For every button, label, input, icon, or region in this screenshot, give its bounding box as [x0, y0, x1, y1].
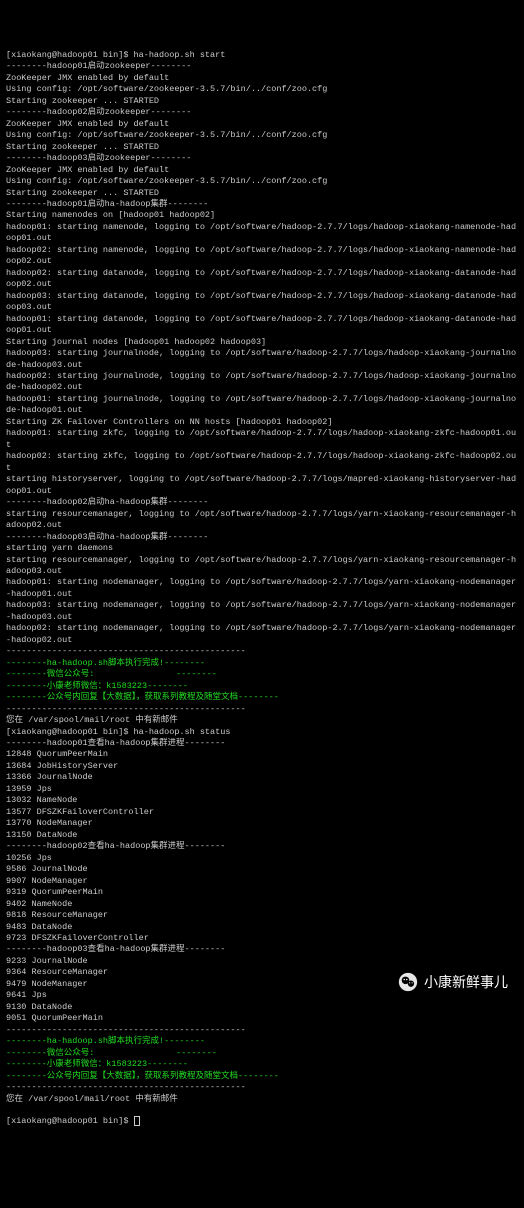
- terminal-line: Using config: /opt/software/zookeeper-3.…: [6, 130, 518, 141]
- terminal-line: [xiaokang@hadoop01 bin]$ ha-hadoop.sh st…: [6, 727, 518, 738]
- terminal-line: ----------------------------------------…: [6, 704, 518, 715]
- terminal-line: 9051 QuorumPeerMain: [6, 1013, 518, 1024]
- terminal-line: 9319 QuorumPeerMain: [6, 887, 518, 898]
- terminal-line: 13959 Jps: [6, 784, 518, 795]
- terminal-line: --------hadoop02启动ha-hadoop集群--------: [6, 497, 518, 508]
- shell-prompt: [xiaokang@hadoop01 bin]$: [6, 1116, 134, 1126]
- terminal-line: 9402 NameNode: [6, 899, 518, 910]
- terminal-line: ZooKeeper JMX enabled by default: [6, 119, 518, 130]
- prompt-line[interactable]: [xiaokang@hadoop01 bin]$: [6, 1116, 518, 1127]
- terminal-line: --------hadoop03启动zookeeper--------: [6, 153, 518, 164]
- terminal-line: hadoop01: starting zkfc, logging to /opt…: [6, 428, 518, 451]
- terminal-line: --------小康老师微信：k1583223--------: [6, 1059, 518, 1070]
- terminal-line: 您在 /var/spool/mail/root 中有新邮件: [6, 1094, 518, 1105]
- terminal-line: hadoop02: starting namenode, logging to …: [6, 245, 518, 268]
- terminal-line: Using config: /opt/software/zookeeper-3.…: [6, 176, 518, 187]
- terminal-line: --------ha-hadoop.sh脚本执行完成!--------: [6, 1036, 518, 1047]
- terminal-line: Starting zookeeper ... STARTED: [6, 188, 518, 199]
- terminal-line: starting resourcemanager, logging to /op…: [6, 555, 518, 578]
- terminal-line: --------hadoop02查看ha-hadoop集群进程--------: [6, 841, 518, 852]
- wechat-icon: [398, 972, 418, 992]
- terminal-line: ----------------------------------------…: [6, 1025, 518, 1036]
- terminal-line: 9586 JournalNode: [6, 864, 518, 875]
- terminal-line: 13032 NameNode: [6, 795, 518, 806]
- terminal-line: --------hadoop02启动zookeeper--------: [6, 107, 518, 118]
- terminal-line: Starting ZK Failover Controllers on NN h…: [6, 417, 518, 428]
- terminal-line: 13366 JournalNode: [6, 772, 518, 783]
- terminal-line: hadoop01: starting namenode, logging to …: [6, 222, 518, 245]
- terminal-line: --------ha-hadoop.sh脚本执行完成!--------: [6, 658, 518, 669]
- terminal-line: 12848 QuorumPeerMain: [6, 749, 518, 760]
- terminal-line: Using config: /opt/software/zookeeper-3.…: [6, 84, 518, 95]
- terminal-line: --------公众号内回复【大数据】，获取系列教程及随堂文档--------: [6, 692, 518, 703]
- cursor: [134, 1116, 140, 1126]
- terminal-line: hadoop03: starting journalnode, logging …: [6, 348, 518, 371]
- terminal-line: starting yarn daemons: [6, 543, 518, 554]
- terminal-line: hadoop02: starting nodemanager, logging …: [6, 623, 518, 646]
- terminal-line: hadoop03: starting nodemanager, logging …: [6, 600, 518, 623]
- terminal-line: ----------------------------------------…: [6, 1082, 518, 1093]
- terminal-line: 9483 DataNode: [6, 922, 518, 933]
- terminal-line: starting historyserver, logging to /opt/…: [6, 474, 518, 497]
- terminal-line: Starting zookeeper ... STARTED: [6, 96, 518, 107]
- terminal-line: ----------------------------------------…: [6, 646, 518, 657]
- terminal-line: hadoop01: starting datanode, logging to …: [6, 314, 518, 337]
- terminal-line: --------hadoop01启动ha-hadoop集群--------: [6, 199, 518, 210]
- terminal-line: hadoop02: starting zkfc, logging to /opt…: [6, 451, 518, 474]
- terminal-line: --------hadoop03启动ha-hadoop集群--------: [6, 532, 518, 543]
- terminal-line: ZooKeeper JMX enabled by default: [6, 73, 518, 84]
- terminal-line: Starting zookeeper ... STARTED: [6, 142, 518, 153]
- terminal-line: 13150 DataNode: [6, 830, 518, 841]
- terminal-line: --------hadoop03查看ha-hadoop集群进程--------: [6, 944, 518, 955]
- terminal-line: starting resourcemanager, logging to /op…: [6, 509, 518, 532]
- terminal-line: [xiaokang@hadoop01 bin]$ ha-hadoop.sh st…: [6, 50, 518, 61]
- terminal-line: --------hadoop01启动zookeeper--------: [6, 61, 518, 72]
- terminal-line: hadoop01: starting journalnode, logging …: [6, 394, 518, 417]
- terminal-line: Starting journal nodes [hadoop01 hadoop0…: [6, 337, 518, 348]
- terminal-line: --------微信公众号: --------: [6, 669, 518, 680]
- terminal-line: 9818 ResourceManager: [6, 910, 518, 921]
- terminal-line: hadoop02: starting datanode, logging to …: [6, 268, 518, 291]
- terminal-line: Starting namenodes on [hadoop01 hadoop02…: [6, 210, 518, 221]
- terminal-line: ZooKeeper JMX enabled by default: [6, 165, 518, 176]
- wechat-watermark: 小康新鲜事儿: [392, 970, 514, 994]
- terminal-line: --------公众号内回复【大数据】，获取系列教程及随堂文档--------: [6, 1071, 518, 1082]
- terminal-line: hadoop03: starting datanode, logging to …: [6, 291, 518, 314]
- terminal-line: 13770 NodeManager: [6, 818, 518, 829]
- terminal-line: 13684 JobHistoryServer: [6, 761, 518, 772]
- terminal-line: --------hadoop01查看ha-hadoop集群进程--------: [6, 738, 518, 749]
- terminal-line: 您在 /var/spool/mail/root 中有新邮件: [6, 715, 518, 726]
- terminal-line: 10256 Jps: [6, 853, 518, 864]
- terminal-line: --------微信公众号: --------: [6, 1048, 518, 1059]
- terminal-line: --------小康老师微信：k1583223--------: [6, 681, 518, 692]
- terminal-line: 9723 DFSZKFailoverController: [6, 933, 518, 944]
- terminal-line: 9233 JournalNode: [6, 956, 518, 967]
- terminal-line: 9907 NodeManager: [6, 876, 518, 887]
- terminal-output[interactable]: [xiaokang@hadoop01 bin]$ ha-hadoop.sh st…: [6, 50, 518, 1105]
- terminal-line: 13577 DFSZKFailoverController: [6, 807, 518, 818]
- terminal-line: hadoop02: starting journalnode, logging …: [6, 371, 518, 394]
- terminal-line: hadoop01: starting nodemanager, logging …: [6, 577, 518, 600]
- watermark-text: 小康新鲜事儿: [424, 973, 508, 992]
